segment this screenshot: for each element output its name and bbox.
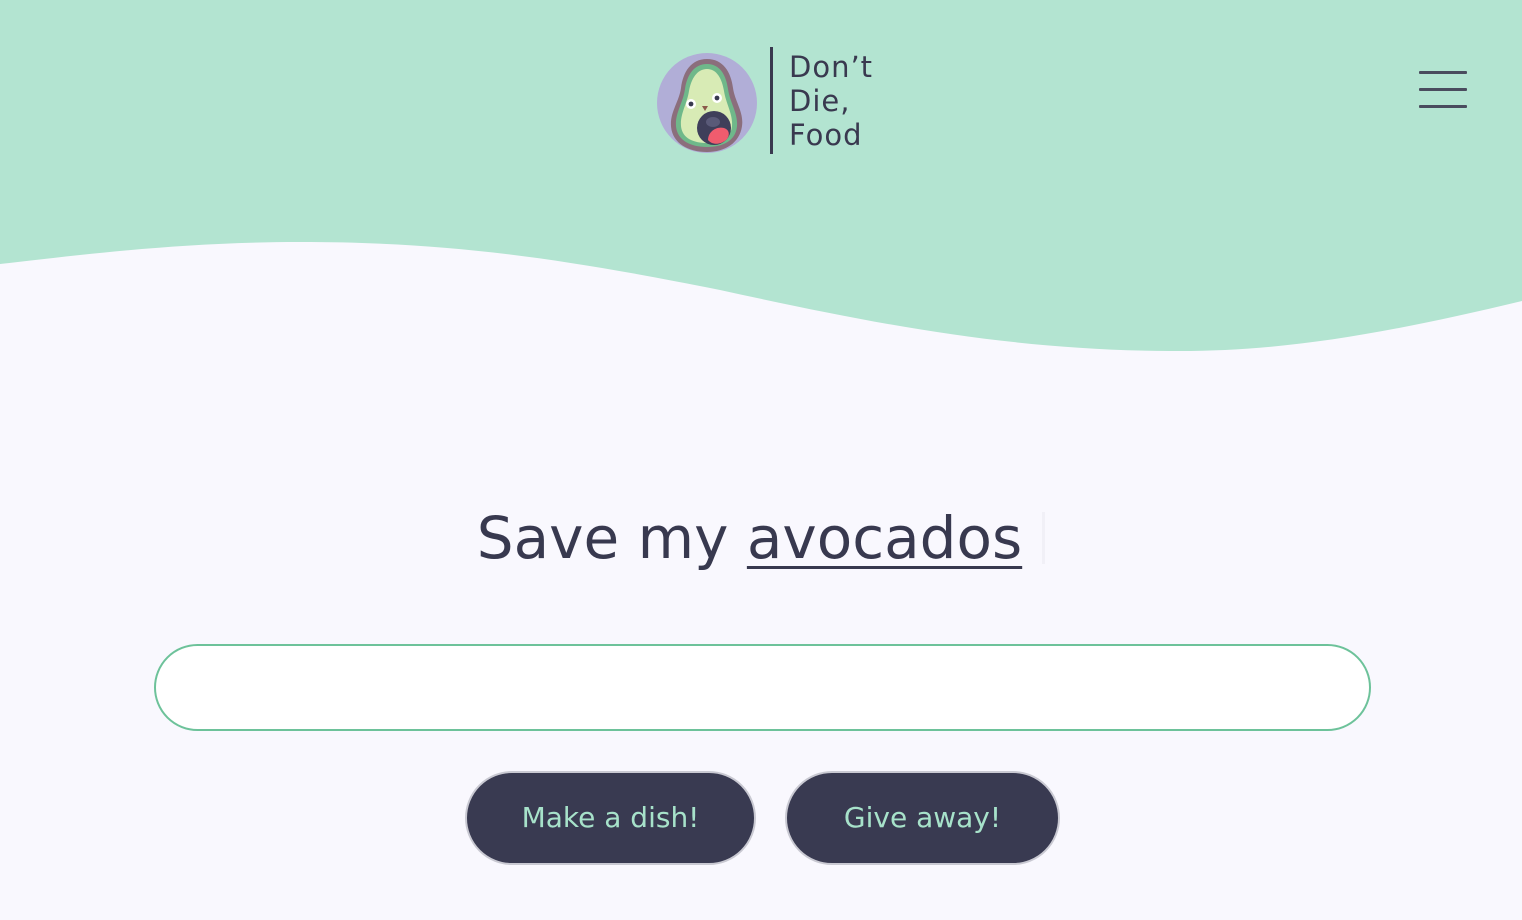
- hero-title: Save my avocados: [0, 498, 1522, 578]
- menu-bar: [1419, 105, 1467, 108]
- menu-bar: [1419, 71, 1467, 74]
- hamburger-menu-icon[interactable]: [1414, 66, 1472, 114]
- brand-line: Food: [789, 118, 863, 152]
- header-wave: [0, 160, 1522, 352]
- brand-line: Die,: [789, 84, 851, 118]
- make-a-dish-button[interactable]: Make a dish!: [465, 771, 756, 865]
- brand-logo[interactable]: Don’t Die, Food: [656, 47, 886, 155]
- screaming-avocado-icon: [657, 53, 757, 153]
- typing-cursor: [1042, 512, 1046, 564]
- food-search-input[interactable]: [154, 644, 1371, 731]
- menu-bar: [1419, 88, 1467, 91]
- logo-divider: [770, 47, 773, 154]
- brand-name: Don’t Die, Food: [789, 50, 899, 152]
- give-away-button[interactable]: Give away!: [785, 771, 1060, 865]
- hero-title-prefix: Save my: [476, 504, 729, 572]
- hero-title-food-word: avocados: [746, 504, 1023, 572]
- brand-line: Don’t: [789, 50, 874, 84]
- page: Don’t Die, Food Save my avocados Make a …: [0, 0, 1522, 920]
